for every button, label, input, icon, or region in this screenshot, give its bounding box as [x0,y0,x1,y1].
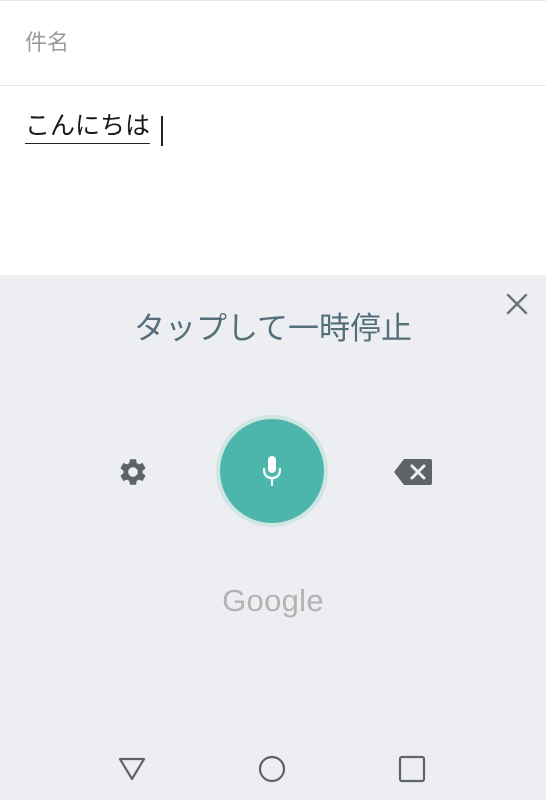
subject-field[interactable]: 件名 [0,0,546,86]
text-caret [161,116,163,146]
back-button[interactable] [115,752,149,786]
google-logo-text: Google [222,583,324,618]
voice-input-panel: タップして一時停止 Google [0,275,546,672]
message-body-text: こんにちは [25,110,151,144]
subject-placeholder: 件名 [25,31,70,56]
home-button[interactable] [255,752,289,786]
microphone-button-core [220,419,324,523]
back-triangle-icon [118,757,146,781]
message-body-field[interactable]: こんにちは [0,86,546,275]
microphone-icon [262,456,282,487]
home-circle-icon [258,755,286,783]
recents-button[interactable] [395,752,429,786]
backspace-button[interactable] [392,455,434,489]
recents-square-icon [398,755,426,783]
gear-icon [120,459,146,485]
body-text-value: こんにちは [25,111,151,140]
backspace-icon [394,459,432,485]
voice-settings-button[interactable] [113,452,153,492]
voice-status-text: タップして一時停止 [133,311,413,347]
microphone-button[interactable] [216,415,328,527]
navigation-bar [0,672,546,800]
